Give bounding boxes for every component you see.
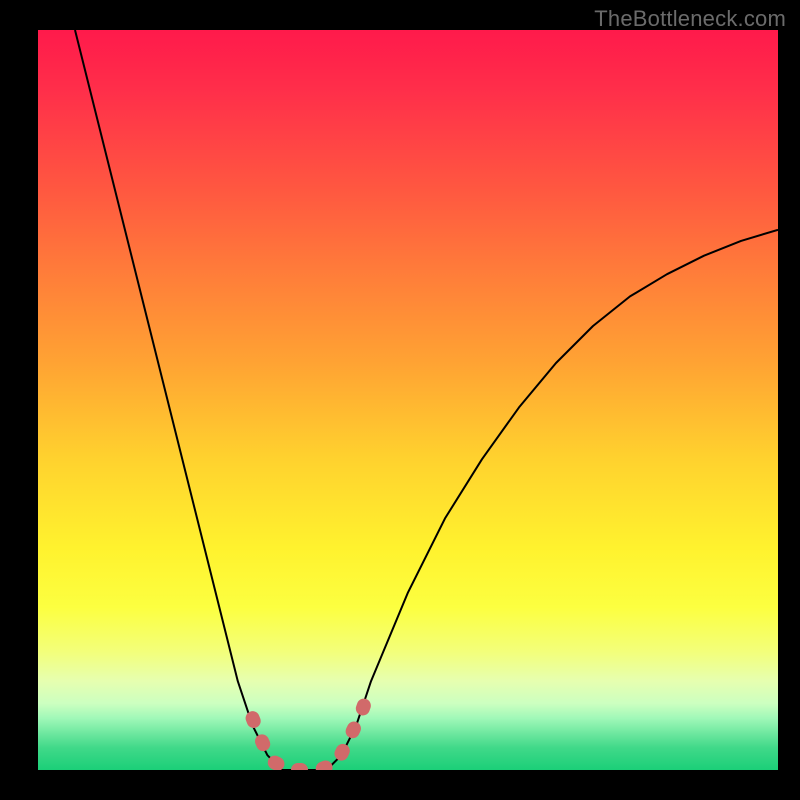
plot-area — [38, 30, 778, 770]
chart-svg — [38, 30, 778, 770]
bottleneck-curve — [75, 30, 778, 770]
chart-frame: TheBottleneck.com — [0, 0, 800, 800]
watermark-text: TheBottleneck.com — [594, 6, 786, 32]
optimal-zone-marker — [253, 696, 368, 770]
